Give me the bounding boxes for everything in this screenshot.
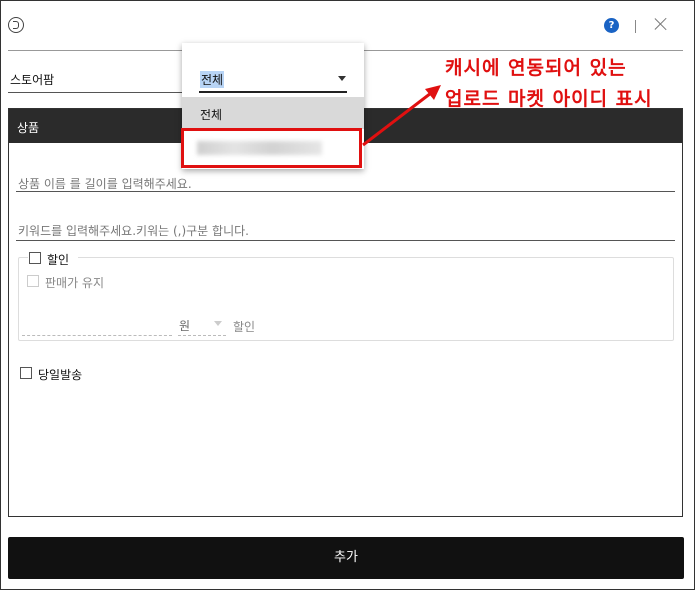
product-name-input[interactable]: 상품 이름 를 길이를 입력해주세요. <box>18 175 192 192</box>
discount-checkbox[interactable] <box>29 252 41 264</box>
same-day-checkbox[interactable] <box>20 367 32 379</box>
highlight-box <box>181 128 362 168</box>
product-panel-title: 상품 <box>17 121 40 135</box>
discount-suffix: 할인 <box>233 320 256 334</box>
store-select-underline <box>8 92 183 93</box>
discount-amount-input[interactable] <box>22 335 172 336</box>
keep-price-label: 판매가 유지 <box>45 276 105 290</box>
same-day-label: 당일발송 <box>38 368 83 382</box>
store-select-label[interactable]: 스토어팜 <box>10 71 54 88</box>
discount-unit-underline <box>178 335 226 336</box>
close-icon[interactable] <box>654 17 668 31</box>
discount-group <box>18 257 674 341</box>
annotation-line-1: 캐시에 연동되어 있는 <box>445 57 627 79</box>
annotation-arrow <box>362 85 441 147</box>
app-logo-icon <box>8 17 24 33</box>
add-button[interactable]: 추가 <box>8 537 684 579</box>
chevron-down-icon <box>214 321 222 326</box>
annotation-line-2: 업로드 마켓 아이디 표시 <box>445 88 653 110</box>
dropdown-underline <box>199 91 347 93</box>
help-icon[interactable]: ? <box>604 18 619 33</box>
keep-price-checkbox[interactable] <box>27 275 39 287</box>
discount-unit-select[interactable]: 원 <box>179 317 190 334</box>
dropdown-option-label: 전체 <box>200 108 223 122</box>
header-divider <box>635 20 636 33</box>
keyword-underline <box>16 240 675 241</box>
dropdown-selected-value[interactable]: 전체 <box>200 71 225 88</box>
product-name-underline <box>16 191 675 192</box>
keyword-input[interactable]: 키워드를 입력해주세요.키워는 (,)구분 합니다. <box>18 222 249 239</box>
chevron-down-icon[interactable] <box>338 76 346 81</box>
discount-label: 할인 <box>47 253 70 267</box>
